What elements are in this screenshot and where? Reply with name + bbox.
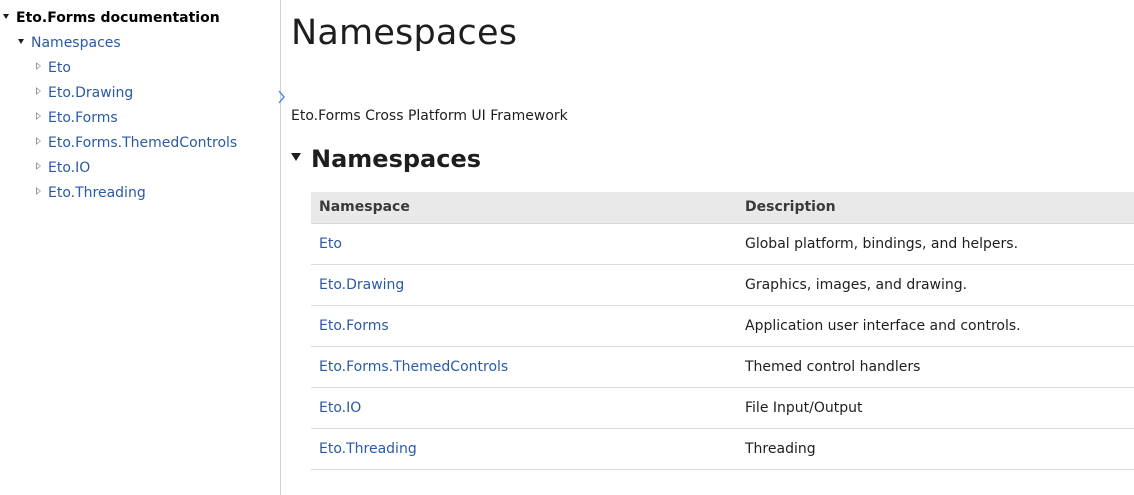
tree-item-eto-threading[interactable]: Eto.Threading	[36, 184, 146, 202]
collapsed-triangle-icon[interactable]	[36, 162, 41, 170]
collapsed-triangle-icon[interactable]	[36, 112, 41, 120]
tree-item-eto[interactable]: Eto	[36, 59, 71, 77]
column-header-description: Description	[737, 192, 1134, 224]
table-row: Eto Global platform, bindings, and helpe…	[311, 223, 1134, 265]
tree-item-eto-forms[interactable]: Eto.Forms	[36, 109, 118, 127]
tree-item-eto-io[interactable]: Eto.IO	[36, 159, 90, 177]
table-row: Eto.Forms Application user interface and…	[311, 305, 1134, 347]
section-collapse-triangle-icon[interactable]	[291, 153, 301, 161]
namespace-link[interactable]: Eto.Drawing	[319, 277, 404, 293]
namespace-link[interactable]: Eto.IO	[319, 400, 361, 416]
chevron-right-icon[interactable]	[278, 90, 286, 104]
table-row: Eto.Drawing Graphics, images, and drawin…	[311, 264, 1134, 306]
tree-root-label[interactable]: Eto.Forms documentation	[16, 10, 220, 26]
tree-item-eto-forms-themedcontrols[interactable]: Eto.Forms.ThemedControls	[36, 134, 237, 152]
tree-item-label[interactable]: Eto.Forms	[48, 110, 118, 126]
section-heading-namespaces[interactable]: Namespaces	[291, 145, 481, 173]
table-row: Eto.Threading Threading	[311, 428, 1134, 470]
tree-item-label[interactable]: Eto.Forms.ThemedControls	[48, 135, 237, 151]
namespace-link[interactable]: Eto	[319, 236, 342, 252]
namespace-description: Themed control handlers	[737, 346, 1134, 388]
table-row: Eto.Forms.ThemedControls Themed control …	[311, 346, 1134, 388]
namespace-description: Graphics, images, and drawing.	[737, 264, 1134, 306]
tree-item-label[interactable]: Eto	[48, 60, 71, 76]
page-title: Namespaces	[291, 13, 518, 53]
expanded-triangle-icon[interactable]	[18, 38, 24, 44]
tree-item-label[interactable]: Eto.Drawing	[48, 85, 133, 101]
namespace-link[interactable]: Eto.Forms	[319, 318, 389, 334]
expanded-triangle-icon[interactable]	[3, 13, 9, 19]
tree-root-item[interactable]: Eto.Forms documentation	[3, 9, 220, 27]
collapsed-triangle-icon[interactable]	[36, 87, 41, 95]
table-header-row: Namespace Description	[311, 192, 1134, 224]
tree-item-label[interactable]: Eto.Threading	[48, 185, 146, 201]
tree-item-label[interactable]: Eto.IO	[48, 160, 90, 176]
section-heading-label[interactable]: Namespaces	[311, 145, 481, 173]
collapsed-triangle-icon[interactable]	[36, 137, 41, 145]
main-content: Namespaces Eto.Forms Cross Platform UI F…	[291, 0, 1134, 495]
namespace-description: Global platform, bindings, and helpers.	[737, 223, 1134, 265]
namespace-link[interactable]: Eto.Forms.ThemedControls	[319, 359, 508, 375]
collapsed-triangle-icon[interactable]	[36, 187, 41, 195]
namespaces-table: Namespace Description Eto Global platfor…	[311, 192, 1134, 470]
namespace-description: Threading	[737, 428, 1134, 470]
namespace-summary: Eto.Forms Cross Platform UI Framework	[291, 108, 568, 124]
namespace-description: Application user interface and controls.	[737, 305, 1134, 347]
table-row: Eto.IO File Input/Output	[311, 387, 1134, 429]
sidebar-tree: Eto.Forms documentation Namespaces Eto E…	[0, 0, 281, 495]
sidebar-collapse-handle[interactable]	[278, 90, 286, 104]
tree-namespaces-item[interactable]: Namespaces	[18, 34, 121, 52]
namespace-description: File Input/Output	[737, 387, 1134, 429]
tree-namespaces-label[interactable]: Namespaces	[31, 35, 121, 51]
collapsed-triangle-icon[interactable]	[36, 62, 41, 70]
namespace-link[interactable]: Eto.Threading	[319, 441, 417, 457]
column-header-namespace: Namespace	[311, 192, 737, 224]
tree-item-eto-drawing[interactable]: Eto.Drawing	[36, 84, 133, 102]
